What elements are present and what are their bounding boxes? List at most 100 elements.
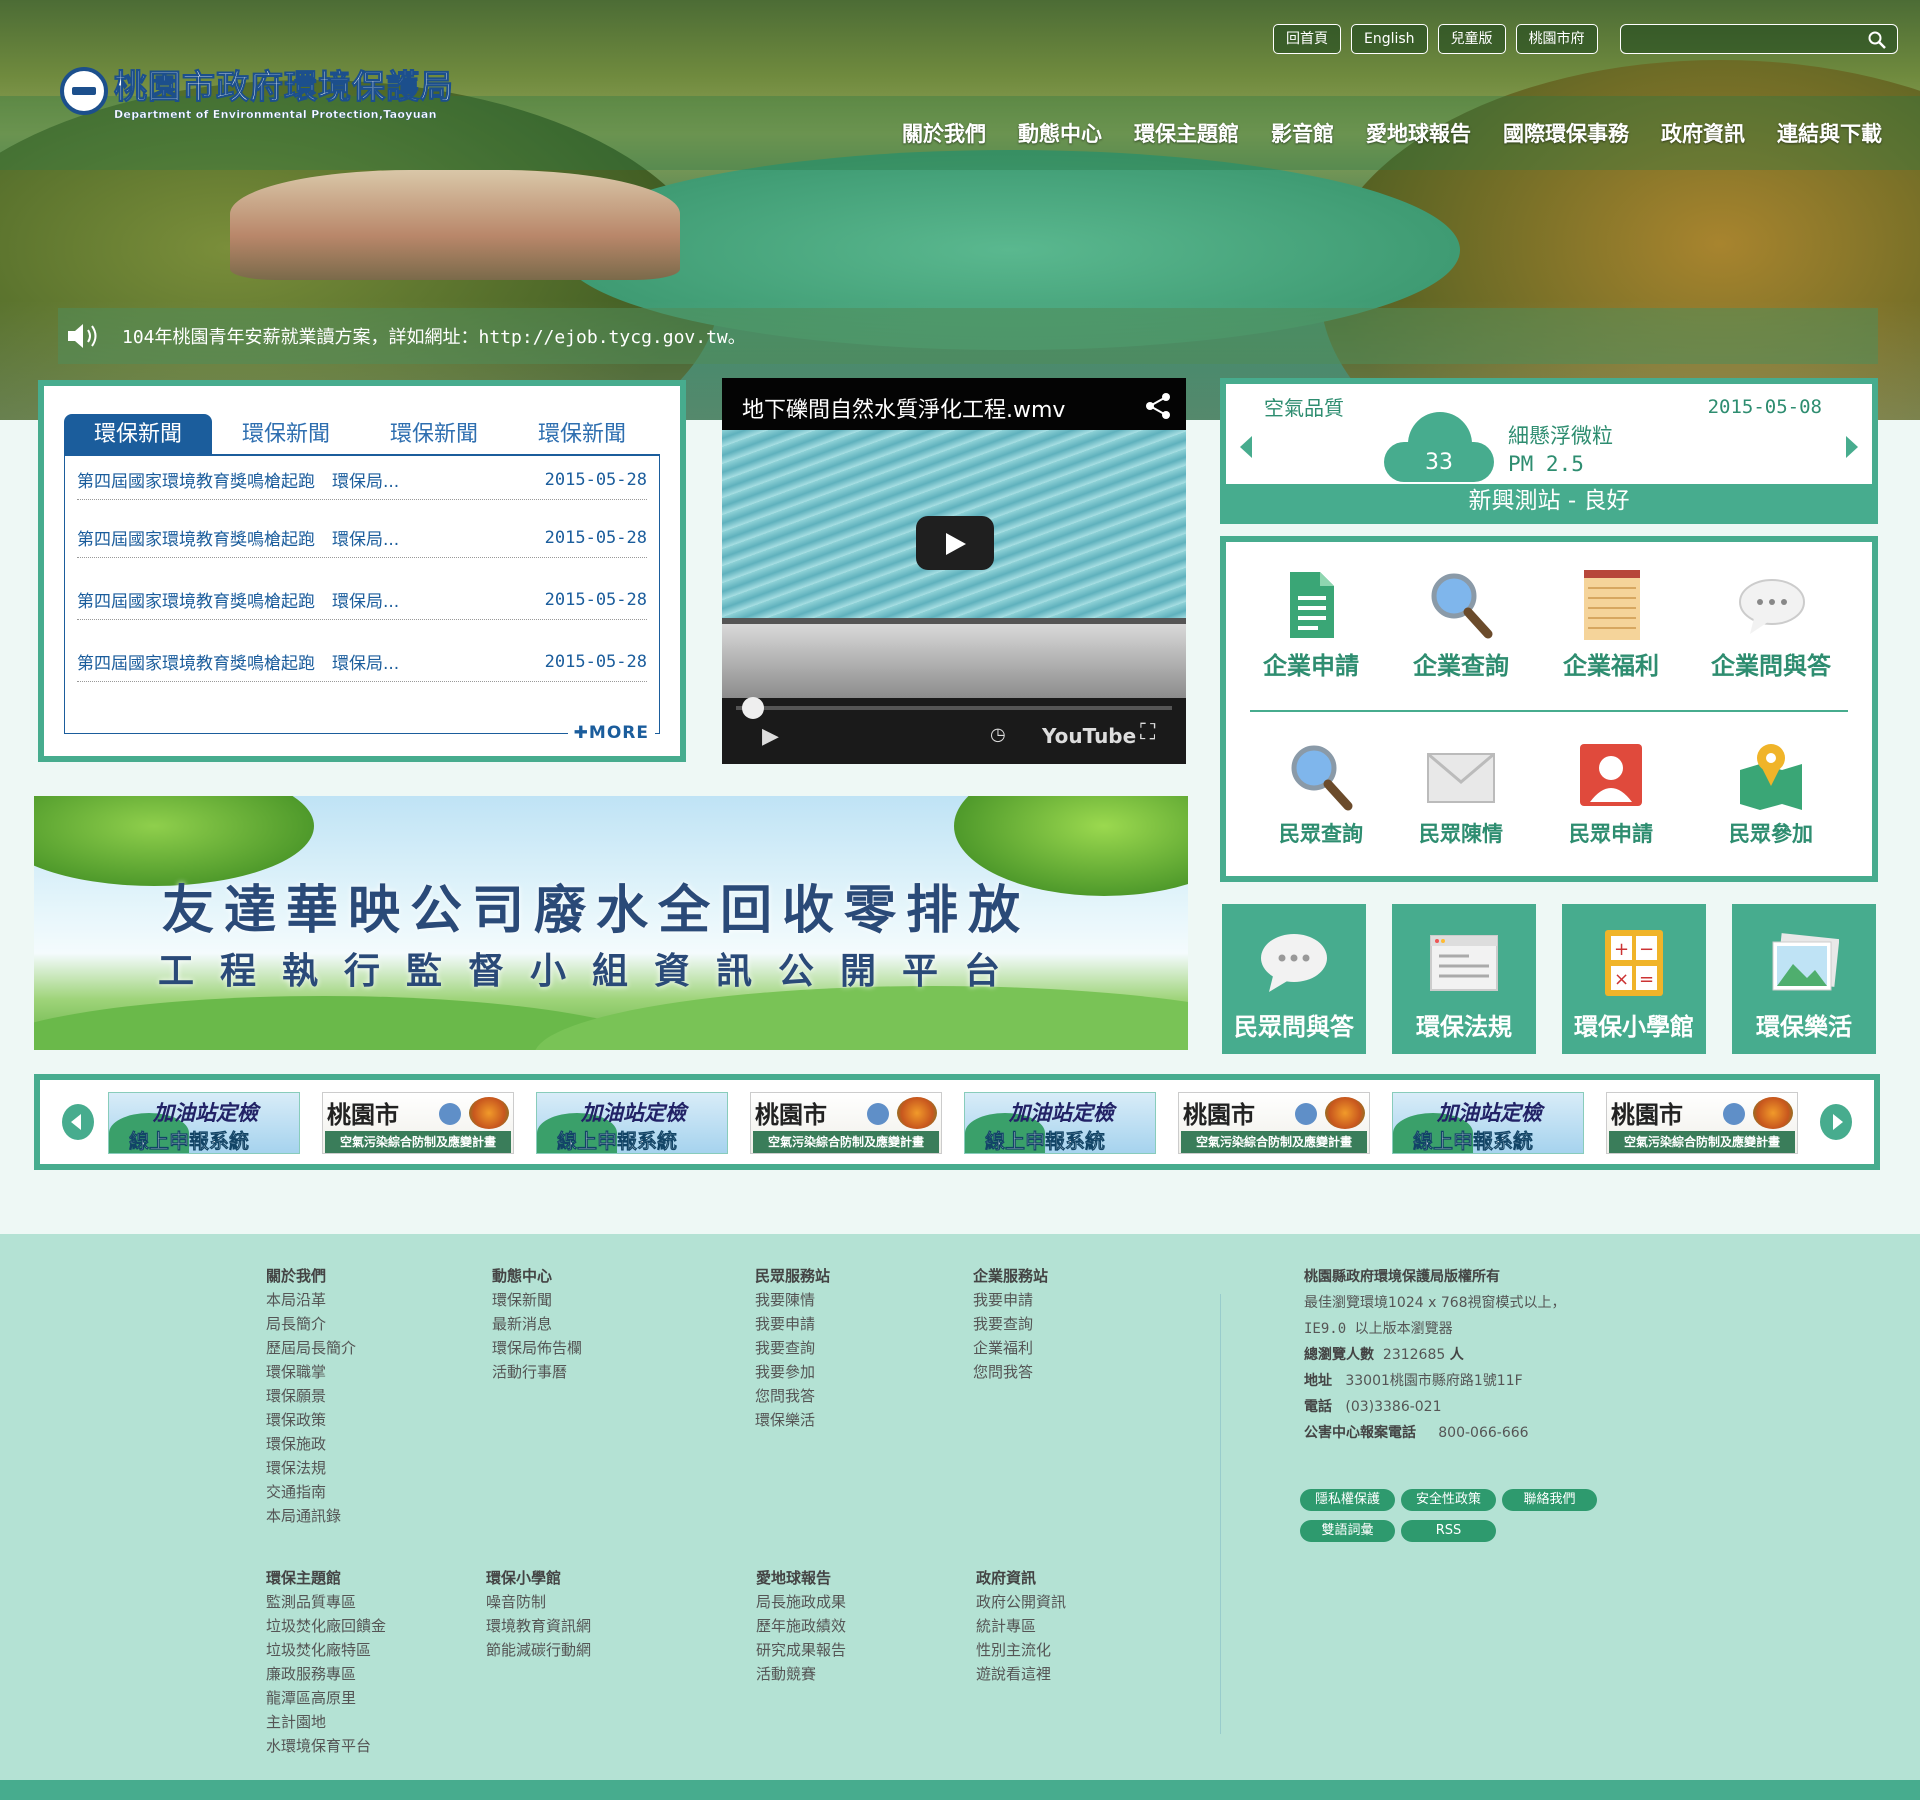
city-gov-link[interactable]: 桃園市府: [1515, 24, 1598, 54]
carousel-item-gas-station[interactable]: 加油站定檢 線上申報系統: [1392, 1092, 1584, 1154]
news-title[interactable]: 第四屆國家環境教育獎鳴槍起跑 環保局...: [77, 587, 399, 612]
footer-link[interactable]: 水環境保育平台: [266, 1734, 386, 1758]
footer-link[interactable]: 環保施政: [266, 1432, 356, 1456]
footer-link[interactable]: 監測品質專區: [266, 1590, 386, 1614]
carousel-item-air-plan[interactable]: 桃園市 空氣污染綜合防制及應變計畫: [322, 1092, 514, 1154]
service-public-query[interactable]: 民眾查詢: [1246, 740, 1396, 848]
news-item[interactable]: 第四屆國家環境教育獎鳴槍起跑 環保局... 2015-05-28: [77, 580, 647, 620]
tab-news-3[interactable]: 環保新聞: [360, 414, 508, 454]
news-item[interactable]: 第四屆國家環境教育獎鳴槍起跑 環保局... 2015-05-28: [77, 642, 647, 682]
carousel-item-gas-station[interactable]: 加油站定檢 線上申報系統: [964, 1092, 1156, 1154]
kids-link[interactable]: 兒童版: [1437, 24, 1506, 54]
service-enterprise-query[interactable]: 企業查詢: [1386, 568, 1536, 681]
clock-icon[interactable]: ◷: [990, 724, 1006, 745]
news-title[interactable]: 第四屆國家環境教育獎鳴槍起跑 環保局...: [77, 467, 399, 492]
footer-link[interactable]: 您問我答: [755, 1384, 830, 1408]
nav-links[interactable]: 連結與下載: [1777, 118, 1882, 148]
tile-lohas[interactable]: 環保樂活: [1732, 904, 1876, 1054]
service-public-apply[interactable]: 民眾申請: [1536, 740, 1686, 848]
contact-link[interactable]: 聯絡我們: [1502, 1489, 1597, 1511]
carousel-next-icon[interactable]: [1820, 1104, 1852, 1140]
footer-link[interactable]: 您問我答: [973, 1360, 1048, 1384]
footer-link[interactable]: 我要陳情: [755, 1288, 830, 1312]
nav-about[interactable]: 關於我們: [902, 118, 986, 148]
footer-link[interactable]: 我要查詢: [755, 1336, 830, 1360]
footer-link[interactable]: 廉政服務專區: [266, 1662, 386, 1686]
home-link[interactable]: 回首頁: [1273, 24, 1341, 54]
tab-news-1[interactable]: 環保新聞: [64, 414, 212, 454]
more-link[interactable]: ✚MORE: [567, 723, 655, 743]
footer-link[interactable]: 最新消息: [492, 1312, 582, 1336]
footer-link[interactable]: 環保願景: [266, 1384, 356, 1408]
footer-link[interactable]: 我要查詢: [973, 1312, 1048, 1336]
tile-regulations[interactable]: 環保法規: [1392, 904, 1536, 1054]
carousel-item-gas-station[interactable]: 加油站定檢 線上申報系統: [108, 1092, 300, 1154]
play-button[interactable]: [916, 516, 994, 570]
carousel-item-air-plan[interactable]: 桃園市 空氣污染綜合防制及應變計畫: [750, 1092, 942, 1154]
footer-link[interactable]: 遊說看這裡: [976, 1662, 1066, 1686]
footer-link[interactable]: 龍潭區高原里: [266, 1686, 386, 1710]
fullscreen-icon[interactable]: ⛶: [1140, 720, 1155, 745]
footer-link[interactable]: 環保法規: [266, 1456, 356, 1480]
nav-gov-info[interactable]: 政府資訊: [1661, 118, 1745, 148]
footer-link[interactable]: 節能減碳行動網: [486, 1638, 591, 1662]
footer-link[interactable]: 本局通訊錄: [266, 1504, 356, 1528]
progress-handle[interactable]: [742, 697, 764, 719]
privacy-link[interactable]: 隱私權保護: [1300, 1489, 1395, 1511]
footer-link[interactable]: 噪音防制: [486, 1590, 591, 1614]
tile-kids[interactable]: + − × = 環保小學館: [1562, 904, 1706, 1054]
news-title[interactable]: 第四屆國家環境教育獎鳴槍起跑 環保局...: [77, 649, 399, 674]
nav-earth-report[interactable]: 愛地球報告: [1366, 118, 1471, 148]
carousel-item-air-plan[interactable]: 桃園市 空氣污染綜合防制及應變計畫: [1178, 1092, 1370, 1154]
footer-link[interactable]: 企業福利: [973, 1336, 1048, 1360]
video-title[interactable]: 地下礫間自然水質淨化工程.wmv: [722, 378, 1186, 430]
footer-link[interactable]: 環境教育資訊網: [486, 1614, 591, 1638]
bilingual-glossary-link[interactable]: 雙語詞彙: [1300, 1520, 1395, 1542]
footer-link[interactable]: 活動行事曆: [492, 1360, 582, 1384]
nav-international[interactable]: 國際環保事務: [1503, 118, 1629, 148]
footer-link[interactable]: 我要申請: [973, 1288, 1048, 1312]
footer-link[interactable]: 我要參加: [755, 1360, 830, 1384]
footer-link[interactable]: 局長施政成果: [756, 1590, 846, 1614]
security-policy-link[interactable]: 安全性政策: [1401, 1489, 1496, 1511]
footer-link[interactable]: 環保新聞: [492, 1288, 582, 1312]
search-icon[interactable]: [1867, 30, 1887, 50]
footer-link[interactable]: 本局沿革: [266, 1288, 356, 1312]
footer-link[interactable]: 垃圾焚化廠回饋金: [266, 1614, 386, 1638]
footer-link[interactable]: 環保政策: [266, 1408, 356, 1432]
footer-link[interactable]: 我要申請: [755, 1312, 830, 1336]
news-title[interactable]: 第四屆國家環境教育獎鳴槍起跑 環保局...: [77, 525, 399, 550]
footer-link[interactable]: 性別主流化: [976, 1638, 1066, 1662]
announcement-text[interactable]: 104年桃園青年安薪就業讀方案，詳如網址：http://ejob.tycg.go…: [122, 323, 746, 349]
footer-link[interactable]: 局長簡介: [266, 1312, 356, 1336]
footer-link[interactable]: 活動競賽: [756, 1662, 846, 1686]
footer-link[interactable]: 政府公開資訊: [976, 1590, 1066, 1614]
carousel-prev-icon[interactable]: [62, 1104, 94, 1140]
video-progress[interactable]: [736, 697, 1172, 719]
service-public-petition[interactable]: 民眾陳情: [1386, 740, 1536, 848]
youtube-logo[interactable]: YouTube: [1042, 724, 1136, 748]
tab-news-2[interactable]: 環保新聞: [212, 414, 360, 454]
footer-link[interactable]: 研究成果報告: [756, 1638, 846, 1662]
tab-news-4[interactable]: 環保新聞: [508, 414, 656, 454]
footer-link[interactable]: 統計專區: [976, 1614, 1066, 1638]
next-arrow-icon[interactable]: [1846, 436, 1858, 458]
news-item[interactable]: 第四屆國家環境教育獎鳴槍起跑 環保局... 2015-05-28: [77, 460, 647, 500]
footer-link[interactable]: 垃圾焚化廠特區: [266, 1638, 386, 1662]
carousel-item-gas-station[interactable]: 加油站定檢 線上申報系統: [536, 1092, 728, 1154]
footer-link[interactable]: 歷屆局長簡介: [266, 1336, 356, 1360]
play-icon[interactable]: ▶: [762, 724, 779, 749]
nav-media[interactable]: 影音館: [1271, 118, 1334, 148]
english-link[interactable]: English: [1351, 24, 1428, 54]
service-enterprise-welfare[interactable]: 企業福利: [1536, 568, 1686, 681]
video-player[interactable]: 地下礫間自然水質淨化工程.wmv ▶ ◷ YouTube ⛶: [722, 378, 1186, 764]
service-public-join[interactable]: 民眾參加: [1696, 740, 1846, 848]
search-input[interactable]: [1627, 29, 1857, 49]
footer-link[interactable]: 環保職掌: [266, 1360, 356, 1384]
nav-news-center[interactable]: 動態中心: [1018, 118, 1102, 148]
footer-link[interactable]: 交通指南: [266, 1480, 356, 1504]
footer-link[interactable]: 環保樂活: [755, 1408, 830, 1432]
share-icon[interactable]: [1144, 392, 1172, 420]
carousel-item-air-plan[interactable]: 桃園市 空氣污染綜合防制及應變計畫: [1606, 1092, 1798, 1154]
news-item[interactable]: 第四屆國家環境教育獎鳴槍起跑 環保局... 2015-05-28: [77, 518, 647, 558]
